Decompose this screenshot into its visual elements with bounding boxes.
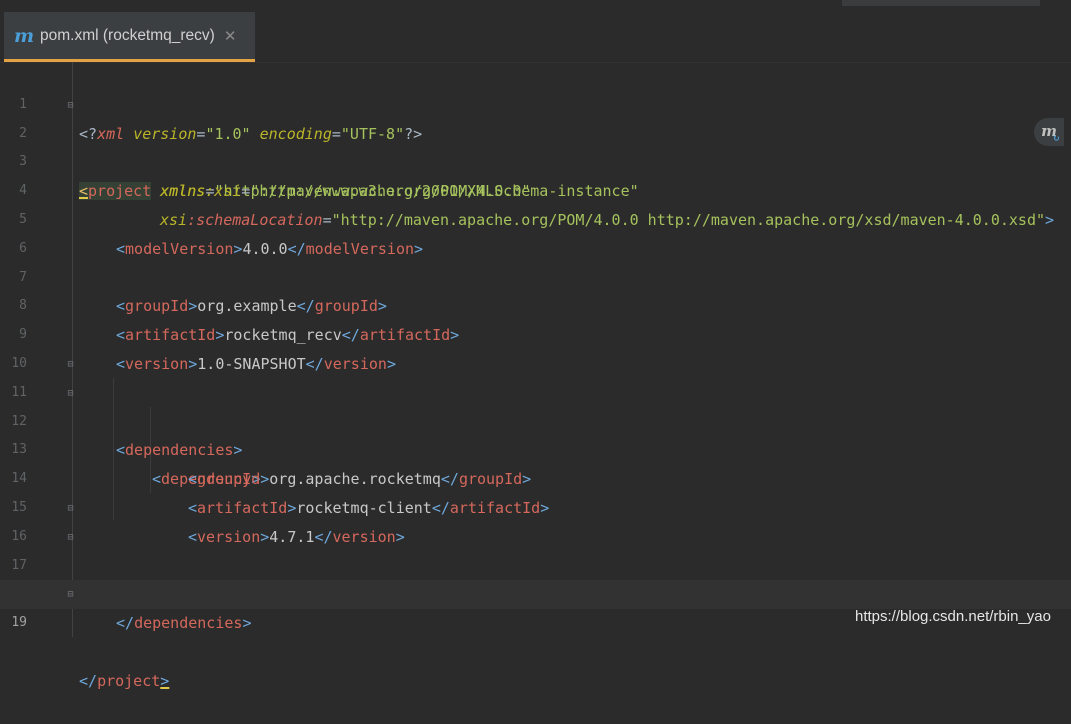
code-line[interactable]: 12 ⊟ <dependency>	[0, 379, 1071, 488]
fold-marker-icon[interactable]: ⊟	[66, 359, 75, 370]
code-line[interactable]: 2 ⊟ <project xmlns="http://maven.apache.…	[0, 91, 1071, 201]
line-number: 19	[11, 615, 27, 631]
code-line[interactable]: 13 <groupId>org.apache.rocketmq</groupId…	[0, 408, 1071, 488]
code-line[interactable]: 17 ⊟ </dependencies>	[0, 523, 1071, 632]
code-line[interactable]: 15 <version>4.7.1</version>	[0, 465, 1071, 546]
code-line[interactable]: 1 <?xml version="1.0" encoding="UTF-8"?>	[0, 62, 1071, 143]
code-line[interactable]: 14 <artifactId>rocketmq-client</artifact…	[0, 436, 1071, 517]
code-line[interactable]: 7 <groupId>org.example</groupId>	[0, 235, 1071, 316]
code-line[interactable]: 18	[0, 552, 1071, 601]
fold-marker-icon[interactable]: ⊟	[66, 100, 75, 111]
code-line-current[interactable]: 19 ⊟ </project>	[0, 580, 1071, 690]
code-line[interactable]: 11 ⊟ <dependencies>	[0, 350, 1071, 459]
code-line[interactable]: 3 xmlns:xsi="http://www.w3.org/2001/XMLS…	[0, 120, 1071, 200]
fold-marker-icon[interactable]: ⊟	[66, 388, 75, 399]
toolbar-strip	[842, 0, 1040, 6]
code-text: </dependencies>	[116, 614, 252, 633]
code-line[interactable]: 8 <artifactId>rocketmq_recv</artifactId>	[0, 264, 1071, 344]
maven-reload-icon[interactable]: m ↻	[1034, 118, 1064, 146]
reload-icon: ↻	[1052, 134, 1060, 144]
editor-tab-bar: m pom.xml (rocketmq_recv) ✕	[0, 0, 1071, 63]
code-line[interactable]: 6	[0, 206, 1071, 256]
code-text: </project>	[79, 671, 170, 690]
watermark-text: https://blog.csdn.net/rbin_yao	[855, 608, 1051, 625]
code-line[interactable]: 4 xsi:schemaLocation="http://maven.apach…	[0, 148, 1071, 229]
fold-marker-icon[interactable]: ⊟	[66, 503, 75, 514]
fold-marker-icon[interactable]: ⊟	[66, 589, 75, 600]
close-icon[interactable]: ✕	[224, 27, 237, 45]
fold-marker-icon[interactable]: ⊟	[66, 532, 75, 543]
code-line[interactable]: 9 <version>1.0-SNAPSHOT</version>	[0, 292, 1071, 373]
code-editor[interactable]: 1 <?xml version="1.0" encoding="UTF-8"?>…	[0, 62, 1071, 690]
code-line[interactable]: 16 ⊟ </dependency>	[0, 494, 1071, 603]
tab-label: pom.xml (rocketmq_recv)	[40, 26, 215, 44]
maven-file-icon: m	[14, 24, 35, 47]
tab-pom-xml[interactable]: m pom.xml (rocketmq_recv) ✕	[4, 12, 255, 62]
code-line[interactable]: 5 <modelVersion>4.0.0</modelVersion>	[0, 177, 1071, 258]
code-line[interactable]: 10	[0, 321, 1071, 371]
